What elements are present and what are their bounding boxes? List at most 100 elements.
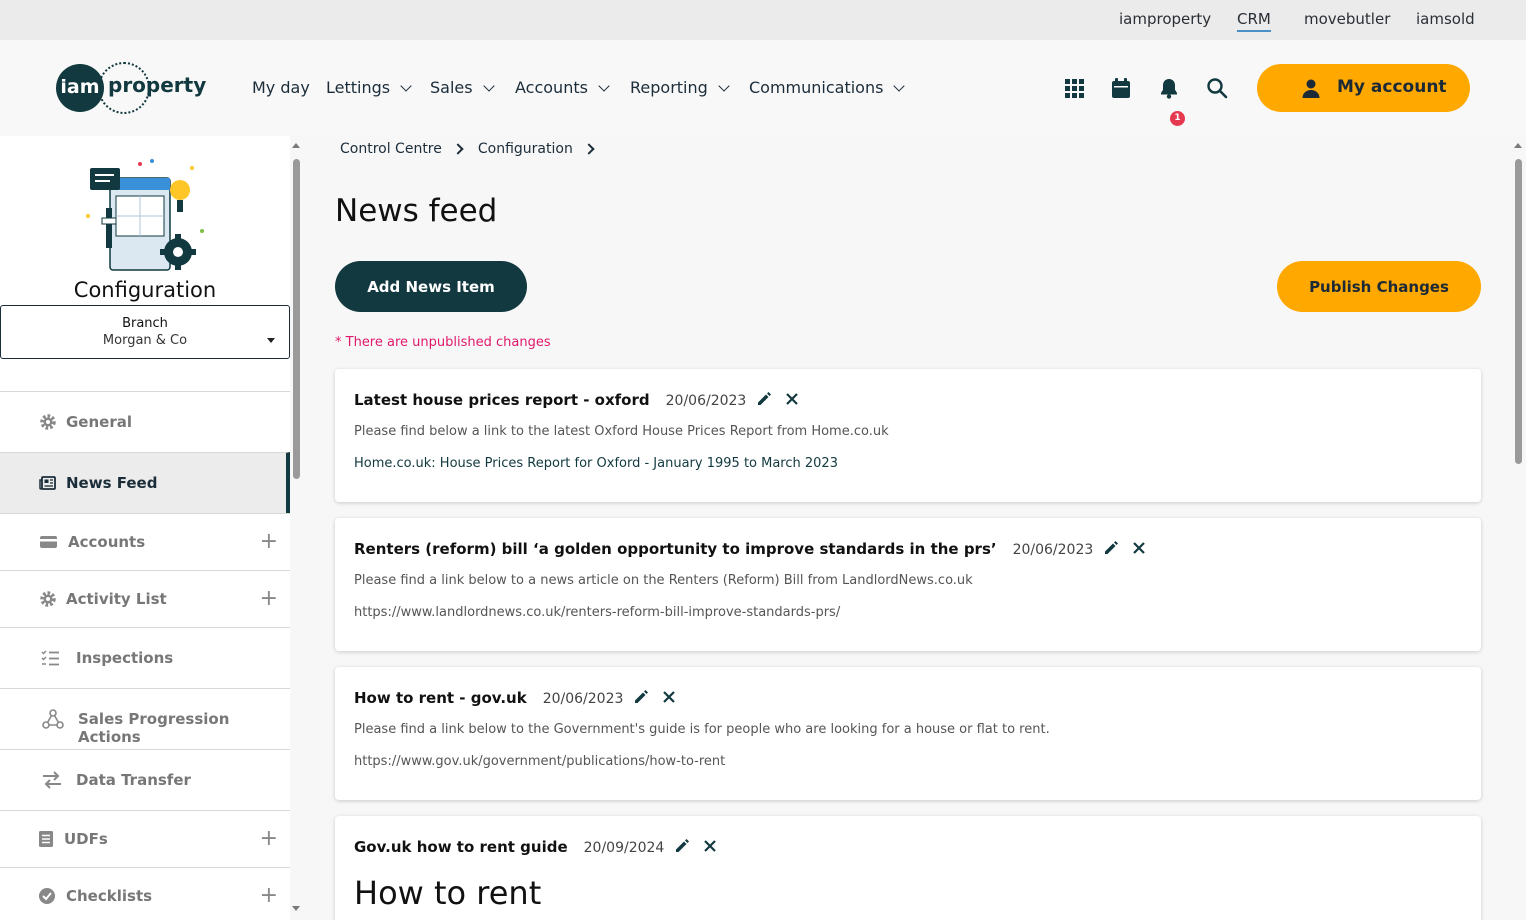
scroll-up-icon[interactable]: [292, 143, 300, 148]
apps-grid-icon[interactable]: [1062, 76, 1086, 100]
sidebar-item-news-feed[interactable]: News Feed: [0, 452, 290, 513]
checklist-icon: [41, 650, 59, 666]
search-icon[interactable]: [1205, 76, 1229, 100]
nav-communications[interactable]: Communications: [749, 78, 906, 97]
top-link-movebutler[interactable]: movebutler: [1304, 10, 1390, 28]
webhook-icon: [42, 709, 64, 729]
expand-plus-icon[interactable]: +: [260, 828, 278, 850]
edit-pencil-icon[interactable]: [633, 688, 650, 705]
calendar-icon[interactable]: [1109, 76, 1133, 100]
delete-x-icon[interactable]: [785, 392, 799, 406]
sidebar-item-activity-list[interactable]: Activity List +: [0, 570, 290, 627]
news-title: How to rent - gov.uk: [354, 689, 527, 707]
my-account-label: My account: [1337, 77, 1447, 97]
sidebar-scrollbar[interactable]: [292, 143, 300, 913]
nav-lettings[interactable]: Lettings: [326, 78, 412, 97]
unpublished-warning: * There are unpublished changes: [335, 335, 551, 350]
news-link[interactable]: Home.co.uk: House Prices Report for Oxfo…: [354, 456, 838, 471]
news-link[interactable]: https://www.gov.uk/government/publicatio…: [354, 754, 725, 769]
nav-label: Accounts: [515, 78, 588, 97]
branch-select[interactable]: Branch Morgan & Co: [0, 305, 290, 359]
publish-changes-button[interactable]: Publish Changes: [1277, 261, 1481, 312]
sidebar-item-data-transfer[interactable]: Data Transfer: [0, 749, 290, 810]
news-card-header: Gov.uk how to rent guide 20/09/2024: [354, 837, 717, 856]
logo[interactable]: iam property: [56, 62, 206, 114]
nav-label: My day: [252, 78, 310, 97]
news-title: Renters (reform) bill ‘a golden opportun…: [354, 540, 997, 558]
news-description: Please find below a link to the latest O…: [354, 424, 889, 439]
chevron-down-icon: [400, 80, 412, 92]
delete-x-icon[interactable]: [662, 690, 676, 704]
edit-pencil-icon[interactable]: [1103, 539, 1120, 556]
top-link-iamsold[interactable]: iamsold: [1416, 10, 1475, 28]
top-link-crm[interactable]: CRM: [1237, 10, 1271, 32]
top-link-iamproperty[interactable]: iamproperty: [1119, 10, 1211, 28]
expand-plus-icon[interactable]: +: [260, 531, 278, 553]
gear-icon: [40, 414, 56, 430]
top-strip: iamproperty CRM movebutler iamsold: [0, 0, 1526, 40]
news-card: Renters (reform) bill ‘a golden opportun…: [335, 518, 1481, 651]
sidebar-item-accounts[interactable]: Accounts +: [0, 513, 290, 570]
main-scrollbar[interactable]: [1513, 143, 1524, 920]
edit-pencil-icon[interactable]: [674, 837, 691, 854]
sidebar: Configuration Branch Morgan & Co General…: [0, 136, 290, 920]
sidebar-item-label: Checklists: [66, 887, 153, 905]
sidebar-item-general[interactable]: General: [0, 391, 290, 452]
logo-circle: iam: [56, 64, 104, 112]
sidebar-item-udfs[interactable]: UDFs +: [0, 810, 290, 867]
news-date: 20/06/2023: [665, 393, 747, 409]
my-account-button[interactable]: My account: [1257, 64, 1470, 112]
add-news-item-button[interactable]: Add News Item: [335, 261, 527, 312]
news-card: How to rent - gov.uk 20/06/2023 Please fi…: [335, 667, 1481, 800]
sidebar-item-inspections[interactable]: Inspections: [0, 627, 290, 688]
chevron-down-icon: [598, 80, 610, 92]
sidebar-item-label: UDFs: [64, 830, 108, 848]
main-scroll-thumb[interactable]: [1515, 159, 1522, 464]
sidebar-title: Configuration: [73, 278, 217, 302]
nav-my-day[interactable]: My day: [252, 78, 310, 97]
sidebar-item-sales-progression-actions[interactable]: Sales Progression Actions: [0, 688, 290, 749]
sidebar-scroll-thumb[interactable]: [293, 159, 300, 479]
news-title: Gov.uk how to rent guide: [354, 838, 568, 856]
news-link[interactable]: https://www.landlordnews.co.uk/renters-r…: [354, 605, 840, 620]
breadcrumb-item[interactable]: Control Centre: [340, 141, 442, 157]
sidebar-item-label: Activity List: [66, 590, 167, 608]
news-description: Please find a link below to the Governme…: [354, 722, 1050, 737]
news-card-header: Renters (reform) bill ‘a golden opportun…: [354, 539, 1146, 558]
newspaper-icon: [39, 476, 56, 490]
sidebar-item-label: Sales Progression Actions: [78, 710, 230, 746]
nav-accounts[interactable]: Accounts: [515, 78, 610, 97]
nav-label: Reporting: [630, 78, 708, 97]
edit-pencil-icon[interactable]: [756, 390, 773, 407]
expand-plus-icon[interactable]: +: [260, 885, 278, 907]
nav-sales[interactable]: Sales: [430, 78, 495, 97]
news-date: 20/09/2024: [583, 840, 665, 856]
branch-value: Morgan & Co: [102, 333, 188, 348]
sidebar-item-label: Accounts: [68, 533, 146, 551]
page-title: News feed: [335, 193, 498, 229]
transfer-arrows-icon: [43, 771, 61, 789]
scroll-down-icon[interactable]: [292, 906, 300, 911]
chevron-down-icon: [482, 80, 495, 92]
sidebar-item-checklists[interactable]: Checklists +: [0, 867, 290, 920]
scroll-up-icon[interactable]: [1514, 143, 1522, 148]
news-description: Please find a link below to a news artic…: [354, 573, 973, 588]
notification-badge: 1: [1170, 111, 1185, 126]
bell-icon[interactable]: [1157, 76, 1181, 100]
sidebar-item-label: General: [66, 413, 132, 431]
nav-reporting[interactable]: Reporting: [630, 78, 730, 97]
news-card-header: Latest house prices report - oxford 20/06…: [354, 390, 799, 409]
breadcrumb-item[interactable]: Configuration: [478, 141, 573, 157]
chevron-down-icon: [718, 80, 730, 92]
chevron-right-icon: [583, 143, 595, 155]
configuration-illustration-icon: [86, 159, 204, 271]
nav-label: Lettings: [326, 78, 391, 97]
news-date: 20/06/2023: [542, 691, 624, 707]
expand-plus-icon[interactable]: +: [260, 588, 278, 610]
breadcrumb: Control Centre Configuration: [340, 141, 609, 157]
chevron-right-icon: [452, 143, 464, 155]
delete-x-icon[interactable]: [703, 839, 717, 853]
chevron-down-icon: [893, 80, 906, 92]
caret-down-icon: [267, 338, 275, 343]
delete-x-icon[interactable]: [1132, 541, 1146, 555]
